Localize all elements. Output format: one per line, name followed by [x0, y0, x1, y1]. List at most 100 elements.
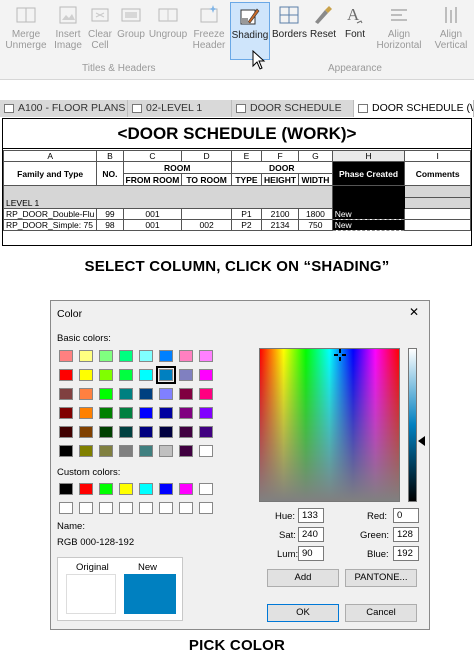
custom-color-swatch[interactable] [179, 502, 193, 514]
green-field[interactable]: 128 [393, 527, 419, 542]
basic-color-swatch[interactable] [119, 350, 133, 362]
col-letter[interactable]: G [298, 150, 333, 162]
cell-phase-created[interactable]: New [331, 208, 406, 220]
cell-from-room[interactable]: 001 [122, 208, 183, 220]
clear-cell-button[interactable]: Clear Cell [86, 2, 114, 62]
basic-color-swatch[interactable] [79, 350, 93, 362]
luminance-pointer-icon[interactable] [418, 436, 426, 446]
custom-color-swatch[interactable] [99, 483, 113, 495]
basic-color-swatch[interactable] [179, 388, 193, 400]
col-letter[interactable]: B [96, 150, 124, 162]
custom-color-swatch[interactable] [179, 483, 193, 495]
basic-color-swatch[interactable] [199, 350, 213, 362]
cell-phase-created[interactable]: New [331, 219, 406, 231]
custom-color-swatch[interactable] [79, 483, 93, 495]
basic-color-swatch[interactable] [139, 369, 153, 381]
basic-color-swatch[interactable] [159, 445, 173, 457]
cell-no[interactable]: 98 [96, 219, 124, 231]
basic-color-swatch[interactable] [119, 407, 133, 419]
basic-color-swatch[interactable] [99, 350, 113, 362]
luminance-bar[interactable] [408, 348, 417, 502]
cell-type[interactable]: P2 [230, 219, 263, 231]
add-button[interactable]: Add [267, 569, 339, 587]
basic-color-swatch[interactable] [179, 369, 193, 381]
custom-color-swatch[interactable] [199, 502, 213, 514]
align-vertical-button[interactable]: Align Vertical [430, 2, 472, 62]
basic-color-swatch[interactable] [139, 426, 153, 438]
cancel-button[interactable]: Cancel [345, 604, 417, 622]
cell-to-room[interactable] [181, 208, 232, 220]
red-field[interactable]: 0 [393, 508, 419, 523]
table-row[interactable]: RP_DOOR_Simple: 75 98 001 002 P2 2134 75… [2, 219, 471, 231]
basic-color-swatch[interactable] [156, 366, 176, 384]
cell-no[interactable]: 99 [96, 208, 124, 220]
cell-comments[interactable] [404, 219, 471, 231]
custom-color-swatch[interactable] [119, 483, 133, 495]
cell-comments[interactable] [404, 208, 471, 220]
align-horizontal-button[interactable]: Align Horizontal [374, 2, 424, 62]
custom-color-swatch[interactable] [199, 483, 213, 495]
custom-color-swatch[interactable] [79, 502, 93, 514]
basic-color-swatch[interactable] [199, 388, 213, 400]
ok-button[interactable]: OK [267, 604, 339, 622]
col-letter[interactable]: C [122, 150, 183, 162]
custom-color-swatch[interactable] [159, 483, 173, 495]
table-row[interactable]: RP_DOOR_Double-Flu 99 001 P1 2100 1800 N… [2, 208, 471, 220]
header-phase-created[interactable]: Phase Created [331, 161, 406, 186]
cell-width[interactable]: 750 [298, 219, 333, 231]
cell-height[interactable]: 2100 [261, 208, 300, 220]
custom-color-swatch[interactable] [99, 502, 113, 514]
custom-color-swatch[interactable] [119, 502, 133, 514]
lum-field[interactable]: 90 [298, 546, 324, 561]
cell-from-room[interactable]: 001 [122, 219, 183, 231]
basic-color-swatch[interactable] [159, 407, 173, 419]
pantone-button[interactable]: PANTONE... [345, 569, 417, 587]
basic-color-swatch[interactable] [139, 350, 153, 362]
insert-image-button[interactable]: Insert Image [52, 2, 84, 62]
custom-color-swatch[interactable] [139, 483, 153, 495]
basic-color-swatch[interactable] [79, 388, 93, 400]
basic-color-swatch[interactable] [59, 426, 73, 438]
cell-family-type[interactable]: RP_DOOR_Simple: 75 [2, 219, 98, 231]
reset-button[interactable]: Reset [308, 2, 338, 62]
basic-color-swatch[interactable] [199, 407, 213, 419]
basic-color-swatch[interactable] [79, 369, 93, 381]
basic-color-swatch[interactable] [199, 445, 213, 457]
basic-color-swatch[interactable] [79, 426, 93, 438]
basic-color-swatch[interactable] [99, 445, 113, 457]
basic-color-swatch[interactable] [159, 426, 173, 438]
basic-color-swatch[interactable] [59, 445, 73, 457]
freeze-header-button[interactable]: Freeze Header [190, 2, 228, 62]
borders-button[interactable]: Borders [272, 2, 307, 62]
cell-width[interactable]: 1800 [298, 208, 333, 220]
basic-color-swatch[interactable] [99, 407, 113, 419]
blue-field[interactable]: 192 [393, 546, 419, 561]
basic-color-swatch[interactable] [59, 369, 73, 381]
basic-color-swatch[interactable] [59, 407, 73, 419]
basic-color-swatch[interactable] [199, 426, 213, 438]
basic-color-swatch[interactable] [119, 388, 133, 400]
font-button[interactable]: A Font [340, 2, 370, 62]
col-letter[interactable]: I [404, 150, 471, 162]
custom-color-swatch[interactable] [59, 483, 73, 495]
basic-color-swatch[interactable] [119, 445, 133, 457]
basic-color-swatch[interactable] [139, 445, 153, 457]
col-letter[interactable]: F [261, 150, 300, 162]
group-button[interactable]: Group [116, 2, 146, 62]
col-letter[interactable]: E [230, 150, 263, 162]
basic-color-swatch[interactable] [59, 350, 73, 362]
basic-color-swatch[interactable] [159, 350, 173, 362]
tab-02-level-1[interactable]: 02-LEVEL 1 [128, 100, 232, 117]
tab-door-schedule[interactable]: DOOR SCHEDULE [232, 100, 354, 117]
basic-color-swatch[interactable] [139, 388, 153, 400]
basic-color-swatch[interactable] [139, 407, 153, 419]
basic-color-swatch[interactable] [119, 426, 133, 438]
tab-door-schedule-work[interactable]: DOOR SCHEDULE (WORK) [354, 100, 474, 117]
cell-type[interactable]: P1 [230, 208, 263, 220]
basic-color-swatch[interactable] [99, 388, 113, 400]
merge-unmerge-button[interactable]: Merge Unmerge [2, 2, 50, 62]
basic-color-swatch[interactable] [99, 426, 113, 438]
basic-color-swatch[interactable] [99, 369, 113, 381]
col-letter-selected[interactable]: H [331, 150, 406, 162]
basic-color-swatch[interactable] [179, 350, 193, 362]
